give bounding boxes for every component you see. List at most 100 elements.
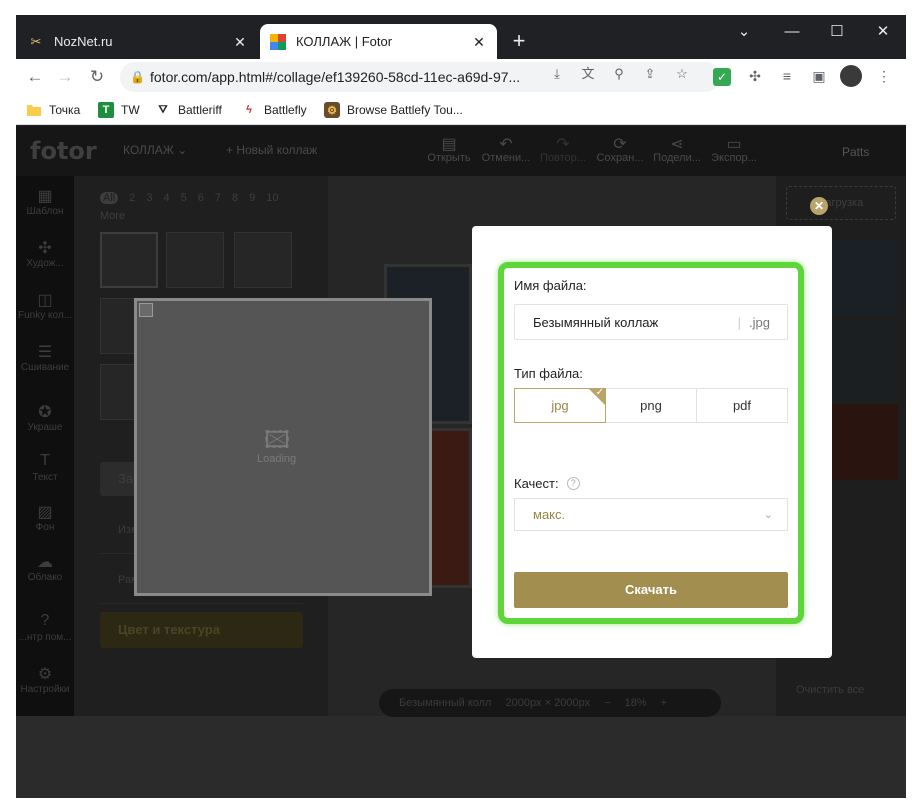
filter-all[interactable]: All <box>100 192 119 204</box>
canvas-size: 2000px × 2000px <box>505 697 591 709</box>
close-window-icon[interactable]: ✕ <box>861 19 905 47</box>
help-icon: ? <box>40 612 50 629</box>
filetype-label-jpg: jpg <box>551 398 569 413</box>
layout-count-filter: All 2 3 4 5 6 7 8 9 10 <box>100 192 278 204</box>
loading-text: Loading <box>257 453 297 465</box>
rail-decorate[interactable]: ✪ Украше <box>16 402 74 433</box>
bookmark-label: Точка <box>49 103 81 117</box>
filter-count[interactable]: 8 <box>232 192 238 204</box>
help-icon[interactable]: ? <box>566 477 580 490</box>
new-collage-label: Новый коллаж <box>236 143 318 157</box>
more-link[interactable]: More <box>100 210 125 222</box>
media-control-icon[interactable]: ≡ <box>776 65 798 87</box>
filter-count[interactable]: 7 <box>215 192 221 204</box>
rail-label: Настройки <box>20 684 70 695</box>
tool-label: Подели... <box>653 152 701 164</box>
rail-background[interactable]: ▨ Фон <box>16 502 74 533</box>
url-text: fotor.com/app.html#/collage/ef139260-58c… <box>150 69 521 85</box>
tab-fotor[interactable]: КОЛЛАЖ | Fotor ✕ <box>260 24 497 59</box>
menu-icon[interactable]: ⋮ <box>873 65 895 87</box>
address-bar[interactable]: 🔒 fotor.com/app.html#/collage/ef139260-5… <box>120 62 720 92</box>
tab-search-icon[interactable]: ⌄ <box>722 19 766 47</box>
install-icon[interactable]: ⤓ <box>546 64 568 84</box>
export-button[interactable]: ▭ Экспор... <box>706 134 762 164</box>
rail-help[interactable]: ? ...нтр пом... <box>16 612 74 643</box>
download-button[interactable]: Скачать <box>514 572 788 608</box>
new-tab-button[interactable]: + <box>506 29 532 55</box>
redo-icon: ↷ <box>556 136 570 153</box>
filetype-png[interactable]: png <box>606 388 697 423</box>
mode-dropdown[interactable]: КОЛЛАЖ ⌄ <box>123 143 187 157</box>
filetype-jpg[interactable]: jpg ✓ <box>514 387 606 423</box>
bookmark-star-icon[interactable]: ☆ <box>671 64 693 84</box>
tab-noznet[interactable]: ✂ NozNet.ru ✕ <box>18 24 258 59</box>
color-texture-button[interactable]: Цвет и текстура <box>100 612 303 648</box>
filter-count[interactable]: 9 <box>249 192 255 204</box>
new-collage-button[interactable]: + Новый коллаж <box>226 143 317 157</box>
filter-count[interactable]: 3 <box>146 192 152 204</box>
bookmarks-bar: Точка T TW ⛛ Battleriff ϟ Battlefly ⚙ Br… <box>16 95 906 125</box>
rail-text[interactable]: T Текст <box>16 452 74 483</box>
filter-count[interactable]: 5 <box>181 192 187 204</box>
user-name[interactable]: Patts <box>842 145 869 159</box>
bookmark-item[interactable]: ⛛ Battleriff <box>155 100 222 120</box>
reload-icon[interactable]: ↻ <box>84 64 110 90</box>
share-button[interactable]: ⋖ Подели... <box>649 134 705 164</box>
rail-art[interactable]: ✣ Худож... <box>16 238 74 269</box>
maximize-icon[interactable]: ☐ <box>815 19 859 47</box>
share-icon[interactable]: ⇪ <box>639 64 661 84</box>
tool-label: Сохран... <box>596 152 644 164</box>
minimize-icon[interactable]: — <box>770 19 814 47</box>
close-tab-icon[interactable]: ✕ <box>232 34 248 50</box>
translate-icon[interactable]: 文 <box>577 64 599 84</box>
tw-icon: T <box>98 102 114 118</box>
filter-count[interactable]: 4 <box>163 192 169 204</box>
bookmark-label: TW <box>121 103 140 117</box>
filter-count[interactable]: 2 <box>129 192 135 204</box>
zoom-out-button[interactable]: − <box>604 697 610 709</box>
close-dialog-icon[interactable]: ✕ <box>810 197 828 215</box>
layout-thumbnail[interactable] <box>166 232 224 288</box>
bookmark-item[interactable]: T TW <box>98 100 140 120</box>
upload-button[interactable]: Загрузка <box>786 186 896 220</box>
zoom-icon[interactable]: ⚲ <box>608 64 630 84</box>
bookmark-item[interactable]: Точка <box>26 100 80 120</box>
rail-funky[interactable]: ◫ Funky кол... <box>16 290 74 321</box>
tools-icon: ✂ <box>30 33 42 49</box>
rail-label: Фон <box>35 522 55 533</box>
filetype-pdf[interactable]: pdf <box>697 388 788 423</box>
rail-label: Текст <box>32 472 58 483</box>
bookmark-item[interactable]: ⚙ Browse Battlefy Tou... <box>324 100 463 120</box>
side-panel-icon[interactable]: ▣ <box>808 65 830 87</box>
quality-select[interactable]: макс. ⌄ <box>514 498 788 531</box>
tool-label: Отмени... <box>481 152 531 164</box>
layout-thumbnail[interactable] <box>234 232 292 288</box>
extensions-icon[interactable]: ✣ <box>744 65 766 87</box>
close-tab-icon[interactable]: ✕ <box>471 34 487 50</box>
zoom-in-button[interactable]: + <box>661 697 667 709</box>
open-button[interactable]: ▤ Открыть <box>421 134 477 164</box>
clear-all-button[interactable]: Очистить все <box>796 684 864 696</box>
layout-thumbnail[interactable] <box>100 232 158 288</box>
rail-stitch[interactable]: ☰ Сшивание <box>16 342 74 373</box>
rail-settings[interactable]: ⚙ Настройки <box>16 664 74 695</box>
rail-cloud[interactable]: ☁ Облако <box>16 552 74 583</box>
rail-templates[interactable]: ▦ Шаблон <box>16 186 74 217</box>
forward-icon[interactable]: → <box>52 64 78 90</box>
tool-label: Открыть <box>427 152 471 164</box>
avatar[interactable] <box>840 65 862 87</box>
redo-button[interactable]: ↷ Повтор... <box>535 134 591 164</box>
save-button[interactable]: ⟳ Сохран... <box>592 134 648 164</box>
filename-input[interactable]: Безымянный коллаж <box>515 315 738 330</box>
bookmark-label: Battleriff <box>178 103 222 117</box>
lock-icon[interactable]: 🔒 <box>130 70 150 84</box>
filename-label: Имя файла: <box>514 278 587 293</box>
back-icon[interactable]: ← <box>22 64 48 90</box>
undo-button[interactable]: ↶ Отмени... <box>478 134 534 164</box>
filter-count[interactable]: 6 <box>198 192 204 204</box>
bookmark-item[interactable]: ϟ Battlefly <box>241 100 307 120</box>
collage-name[interactable]: Безымянный колл <box>399 697 491 709</box>
filename-field[interactable]: Безымянный коллаж | .jpg <box>514 304 788 340</box>
checkmark-extension-icon[interactable]: ✓ <box>713 68 731 86</box>
filter-count[interactable]: 10 <box>266 192 278 204</box>
